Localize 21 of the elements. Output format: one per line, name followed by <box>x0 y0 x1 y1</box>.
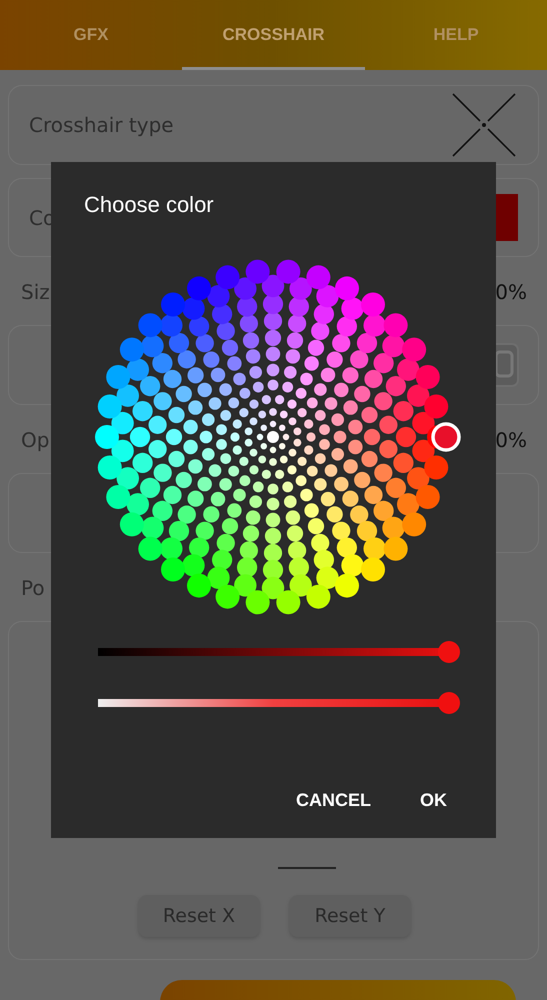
slider[interactable] <box>98 640 460 664</box>
tab[interactable]: GFX <box>0 0 182 70</box>
section-label: Po <box>21 576 45 600</box>
dialog-button[interactable]: OK <box>420 785 447 815</box>
crosshair-icon <box>452 93 516 157</box>
dialog-button[interactable]: CANCEL <box>296 785 371 815</box>
dialog-title: Choose color <box>84 191 215 219</box>
slider[interactable] <box>98 691 460 715</box>
setting-label: Crosshair type <box>29 113 174 137</box>
slider-thumb[interactable] <box>438 692 460 714</box>
tab[interactable]: HELP <box>365 0 547 70</box>
slider-thumb[interactable] <box>438 641 460 663</box>
input-underline <box>278 867 336 869</box>
setting-card[interactable]: Crosshair type <box>8 85 539 165</box>
section-label: Op <box>21 428 50 452</box>
value-label: 0% <box>495 428 527 452</box>
value-label: 0% <box>495 280 527 304</box>
selection-ring[interactable] <box>431 422 461 452</box>
tab[interactable]: CROSSHAIR <box>182 0 365 70</box>
section-label: Siz <box>21 280 50 304</box>
color-wheel[interactable] <box>95 260 451 614</box>
